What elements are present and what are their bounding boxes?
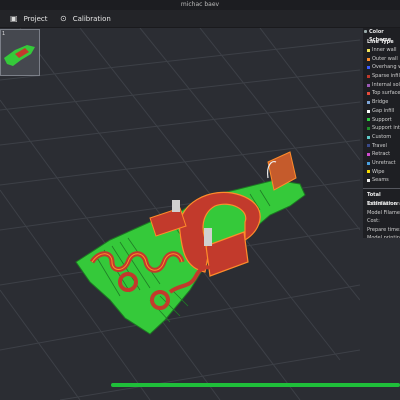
- window-title: michac baev: [0, 0, 400, 10]
- project-icon: ▣: [10, 14, 18, 23]
- legend-list: Inner wall Outer wall Overhang wall Sparse …: [363, 46, 400, 185]
- legend-item[interactable]: Support: [363, 116, 400, 125]
- legend-item[interactable]: Internal solid infill: [363, 81, 400, 90]
- legend-item[interactable]: Inner wall: [363, 46, 400, 55]
- estimation-row: Total Filament: [367, 201, 400, 207]
- legend-label: Internal solid infill: [372, 81, 400, 88]
- tab-calibration-label: Calibration: [72, 14, 111, 23]
- calibration-icon: ⊙: [60, 14, 67, 23]
- tab-project[interactable]: ▣ Project: [10, 10, 48, 27]
- legend-swatch: [367, 135, 370, 139]
- legend-label: Outer wall: [372, 55, 398, 62]
- estimation-list: Total Filament Model Filament Cost:Prepare…: [363, 200, 400, 238]
- legend-label: Unretract: [372, 159, 396, 166]
- legend-label: Custom: [372, 133, 392, 140]
- estimation-row: Cost:: [367, 218, 380, 225]
- legend-label: Overhang wall: [372, 64, 400, 71]
- divider: [363, 188, 400, 189]
- plate-index: 1: [2, 31, 6, 37]
- plate-thumbnail-preview: [4, 45, 35, 66]
- legend-label: Bridge: [372, 99, 389, 106]
- legend-label: Travel: [372, 142, 387, 149]
- tab-bar: ▣ Project ⊙ Calibration: [0, 10, 400, 28]
- legend-item[interactable]: Sparse infill: [363, 72, 400, 81]
- legend-label: Support: [372, 116, 392, 123]
- legend-item[interactable]: Retract: [363, 150, 400, 159]
- legend-swatch: [367, 92, 370, 96]
- legend-swatch: [367, 74, 370, 78]
- plate-thumbnail[interactable]: 1: [0, 29, 40, 76]
- estimation-row: Prepare time:: [367, 226, 400, 233]
- legend-swatch: [367, 127, 370, 131]
- layer-progress-bar[interactable]: [111, 383, 400, 387]
- legend-panel: Color Scheme Line Type Inner wall Outer w…: [363, 28, 400, 238]
- legend-label: Top surface: [372, 90, 400, 97]
- estimation-row: Model printing: [363, 234, 400, 238]
- tab-project-label: Project: [23, 14, 48, 23]
- color-scheme-header[interactable]: Color Scheme: [363, 28, 400, 43]
- tab-calibration[interactable]: ⊙ Calibration: [60, 10, 111, 27]
- legend-swatch: [367, 109, 370, 113]
- legend-label: Retract: [372, 151, 391, 158]
- estimation-row: Model Filament: [367, 209, 400, 216]
- legend-swatch: [367, 57, 370, 61]
- legend-item[interactable]: Outer wall: [363, 55, 400, 64]
- 3d-preview-viewport[interactable]: [0, 28, 360, 400]
- legend-item[interactable]: Top surface: [363, 89, 400, 98]
- legend-label: Gap infill: [372, 107, 395, 114]
- estimation-title: Total Estimation: [367, 192, 398, 207]
- legend-item[interactable]: Gap infill: [363, 107, 400, 116]
- legend-label: Support interface: [372, 125, 400, 132]
- legend-swatch: [367, 170, 370, 174]
- legend-swatch: [367, 100, 370, 104]
- legend-swatch: [367, 179, 370, 183]
- legend-label: Sparse infill: [372, 73, 400, 80]
- legend-item[interactable]: Seams: [363, 176, 400, 185]
- legend-item[interactable]: Overhang wall: [363, 63, 400, 72]
- legend-item[interactable]: Unretract: [363, 159, 400, 168]
- legend-swatch: [367, 83, 370, 87]
- palette-icon: [364, 30, 367, 33]
- legend-label: Inner wall: [372, 47, 397, 53]
- legend-swatch: [367, 153, 370, 157]
- legend-item[interactable]: Bridge: [363, 98, 400, 107]
- legend-label: Wipe: [372, 168, 385, 175]
- legend-swatch: [367, 118, 370, 122]
- legend-swatch: [367, 66, 370, 70]
- legend-label: Seams: [372, 177, 389, 184]
- legend-swatch: [367, 48, 370, 52]
- legend-swatch: [367, 144, 370, 148]
- legend-item[interactable]: Custom: [363, 133, 400, 142]
- legend-item[interactable]: Travel: [363, 142, 400, 151]
- legend-item[interactable]: Support interface: [363, 124, 400, 133]
- legend-swatch: [367, 161, 370, 165]
- legend-item[interactable]: Wipe: [363, 168, 400, 177]
